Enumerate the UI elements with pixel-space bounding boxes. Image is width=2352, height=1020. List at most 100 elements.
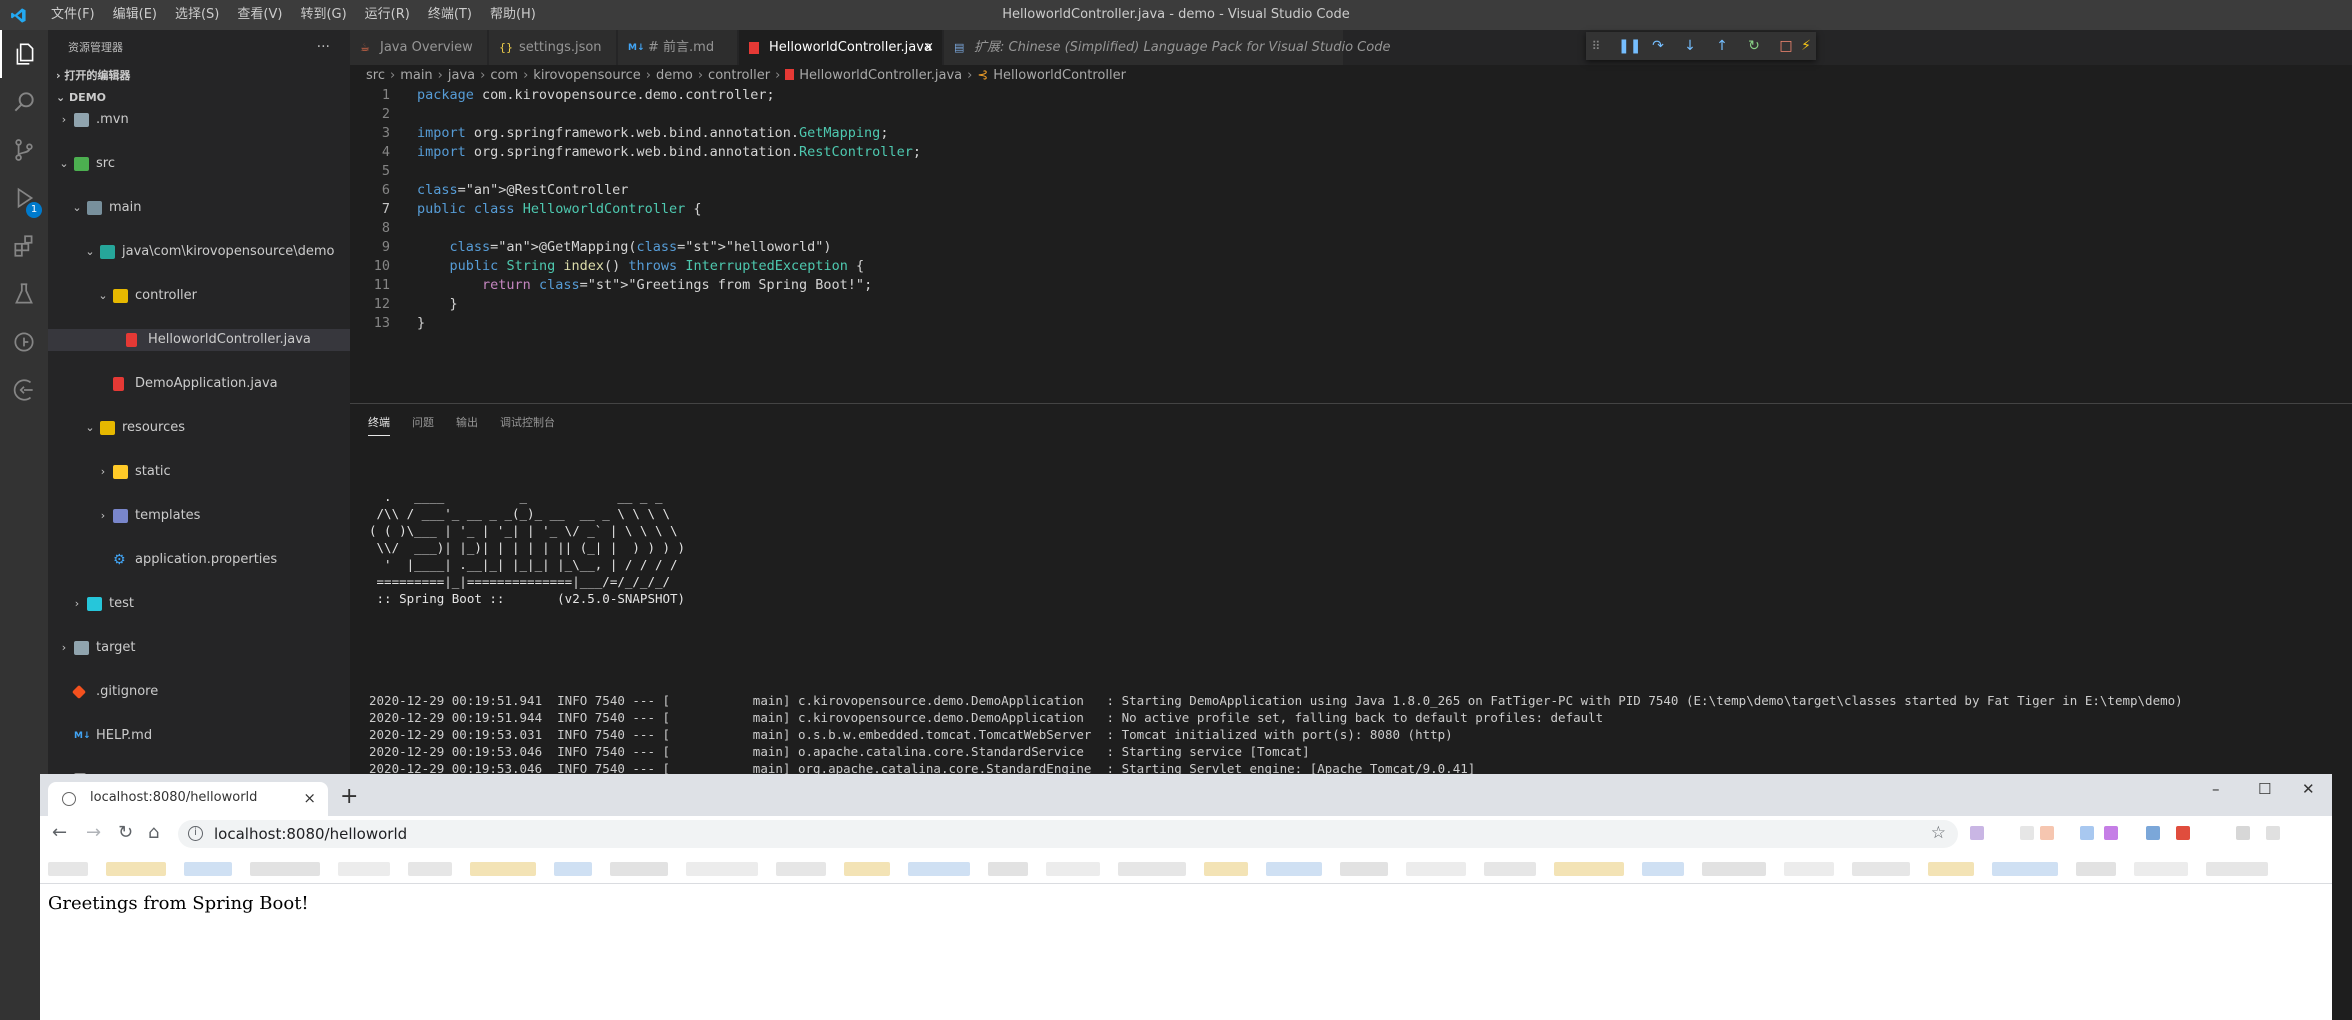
tree-item[interactable]: › templates bbox=[48, 505, 350, 527]
tree-item[interactable]: HelloworldController.java bbox=[48, 329, 350, 351]
bookmark-item[interactable] bbox=[908, 862, 970, 876]
hot-reload-icon[interactable]: ⚡ bbox=[1798, 38, 1814, 54]
stop-icon[interactable]: □ bbox=[1778, 38, 1794, 54]
remote-activity-icon[interactable] bbox=[0, 366, 48, 414]
code-line[interactable]: 10 public String index() throws Interrup… bbox=[350, 257, 2352, 276]
code-line[interactable]: 2 bbox=[350, 105, 2352, 124]
tree-item[interactable]: ⌄ java\com\kirovopensource\demo bbox=[48, 241, 350, 263]
bookmark-item[interactable] bbox=[1992, 862, 2058, 876]
breadcrumb-item[interactable]: java bbox=[448, 68, 475, 83]
bookmark-item[interactable] bbox=[1784, 862, 1834, 876]
code-line[interactable]: 1 package com.kirovopensource.demo.contro… bbox=[350, 86, 2352, 105]
home-button[interactable]: ⌂ bbox=[148, 822, 159, 843]
extension-icon[interactable] bbox=[2020, 826, 2034, 840]
maximize-button[interactable]: ☐ bbox=[2258, 780, 2271, 798]
git-graph-activity-icon[interactable] bbox=[0, 318, 48, 366]
bookmark-item[interactable] bbox=[1554, 862, 1624, 876]
bookmark-item[interactable] bbox=[2076, 862, 2116, 876]
drag-handle-icon[interactable]: ⠿ bbox=[1588, 38, 1604, 54]
extension-icon[interactable] bbox=[2146, 826, 2160, 840]
tree-item[interactable]: ⌄ src bbox=[48, 153, 350, 175]
extension-icon[interactable] bbox=[1970, 826, 1984, 840]
site-info-icon[interactable]: i bbox=[188, 826, 203, 841]
bookmark-item[interactable] bbox=[2206, 862, 2268, 876]
breadcrumb-item[interactable]: com bbox=[490, 68, 518, 83]
breadcrumb-item[interactable]: demo bbox=[656, 68, 693, 83]
close-icon[interactable]: × bbox=[923, 30, 934, 65]
tree-item[interactable]: › .mvn bbox=[48, 109, 350, 131]
tab-output[interactable]: 输出 bbox=[456, 412, 478, 436]
pause-icon[interactable]: ❚❚ bbox=[1618, 38, 1641, 54]
extensions-activity-icon[interactable] bbox=[0, 222, 48, 270]
open-editors-section[interactable]: › 打开的编辑器 bbox=[48, 65, 350, 87]
extension-icon[interactable] bbox=[2176, 826, 2190, 840]
code-line[interactable]: 8 bbox=[350, 219, 2352, 238]
breadcrumb-item[interactable]: main bbox=[400, 68, 432, 83]
tree-item[interactable]: › target bbox=[48, 637, 350, 659]
run-debug-activity-icon[interactable]: 1 bbox=[0, 174, 48, 222]
tab-debug-console[interactable]: 调试控制台 bbox=[500, 412, 555, 436]
bookmark-item[interactable] bbox=[106, 862, 166, 876]
step-into-icon[interactable]: ↓ bbox=[1682, 38, 1698, 54]
bookmark-item[interactable] bbox=[1642, 862, 1684, 876]
bookmark-item[interactable] bbox=[1928, 862, 1974, 876]
extension-icon[interactable] bbox=[2080, 826, 2094, 840]
tree-item[interactable]: DemoApplication.java bbox=[48, 373, 350, 395]
tab-extension-language-pack[interactable]: ▤ 扩展: Chinese (Simplified) Language Pack… bbox=[944, 30, 1390, 65]
search-activity-icon[interactable] bbox=[0, 78, 48, 126]
more-actions-icon[interactable]: ··· bbox=[317, 30, 330, 65]
breadcrumb-item[interactable]: HelloworldController.java bbox=[799, 68, 962, 83]
code-line[interactable]: 11 return class="st">"Greetings from Spr… bbox=[350, 276, 2352, 295]
code-line[interactable]: 12 } bbox=[350, 295, 2352, 314]
bookmark-star-icon[interactable]: ☆ bbox=[1931, 823, 1946, 843]
code-line[interactable]: 9 class="an">@GetMapping(class="st">"hel… bbox=[350, 238, 2352, 257]
testing-activity-icon[interactable] bbox=[0, 270, 48, 318]
tree-item[interactable]: ⌄ main bbox=[48, 197, 350, 219]
code-editor[interactable]: 1 package com.kirovopensource.demo.contro… bbox=[350, 86, 2352, 404]
step-over-icon[interactable]: ↷ bbox=[1650, 38, 1666, 54]
browser-tab[interactable]: localhost:8080/helloworld × bbox=[48, 782, 328, 816]
close-window-button[interactable]: ✕ bbox=[2302, 780, 2315, 798]
bookmark-item[interactable] bbox=[1852, 862, 1910, 876]
bookmark-item[interactable] bbox=[610, 862, 668, 876]
bookmark-item[interactable] bbox=[988, 862, 1028, 876]
bookmark-item[interactable] bbox=[2134, 862, 2188, 876]
extension-icon[interactable] bbox=[2266, 826, 2280, 840]
back-button[interactable]: ← bbox=[52, 822, 67, 843]
tree-item[interactable]: M↓ HELP.md bbox=[48, 725, 350, 747]
code-line[interactable]: 4 import org.springframework.web.bind.ann… bbox=[350, 143, 2352, 162]
bookmark-item[interactable] bbox=[1266, 862, 1322, 876]
bookmark-item[interactable] bbox=[184, 862, 232, 876]
bookmark-item[interactable] bbox=[250, 862, 320, 876]
tab-problems[interactable]: 问题 bbox=[412, 412, 434, 436]
tree-item[interactable]: .gitignore bbox=[48, 681, 350, 703]
breadcrumb-item[interactable]: src bbox=[366, 68, 385, 83]
bookmark-item[interactable] bbox=[1204, 862, 1248, 876]
tab-preface-md[interactable]: M↓ # 前言.md bbox=[618, 30, 738, 65]
address-bar[interactable]: i localhost:8080/helloworld ☆ bbox=[178, 820, 1958, 848]
breadcrumb-item[interactable]: controller bbox=[708, 68, 770, 83]
tree-item[interactable]: › static bbox=[48, 461, 350, 483]
bookmark-item[interactable] bbox=[844, 862, 890, 876]
tree-item[interactable]: ⌄ resources bbox=[48, 417, 350, 439]
extension-icon[interactable] bbox=[2040, 826, 2054, 840]
bookmark-item[interactable] bbox=[776, 862, 826, 876]
new-tab-button[interactable]: + bbox=[340, 784, 358, 809]
extension-icon[interactable] bbox=[2236, 826, 2250, 840]
bookmark-item[interactable] bbox=[1484, 862, 1536, 876]
bookmark-item[interactable] bbox=[408, 862, 452, 876]
extension-icon[interactable] bbox=[2104, 826, 2118, 840]
tree-item[interactable]: › test bbox=[48, 593, 350, 615]
bookmark-item[interactable] bbox=[1702, 862, 1766, 876]
bookmark-item[interactable] bbox=[48, 862, 88, 876]
breadcrumb-item[interactable]: kirovopensource bbox=[533, 68, 640, 83]
minimize-button[interactable]: – bbox=[2212, 780, 2220, 798]
workspace-section[interactable]: ⌄ DEMO bbox=[48, 87, 350, 109]
explorer-activity-icon[interactable] bbox=[0, 30, 48, 78]
code-line[interactable]: 3 import org.springframework.web.bind.ann… bbox=[350, 124, 2352, 143]
code-line[interactable]: 6 class="an">@RestController bbox=[350, 181, 2352, 200]
bookmark-item[interactable] bbox=[554, 862, 592, 876]
bookmark-item[interactable] bbox=[1406, 862, 1466, 876]
bookmark-item[interactable] bbox=[1340, 862, 1388, 876]
tab-java-overview[interactable]: ☕ Java Overview bbox=[350, 30, 488, 65]
